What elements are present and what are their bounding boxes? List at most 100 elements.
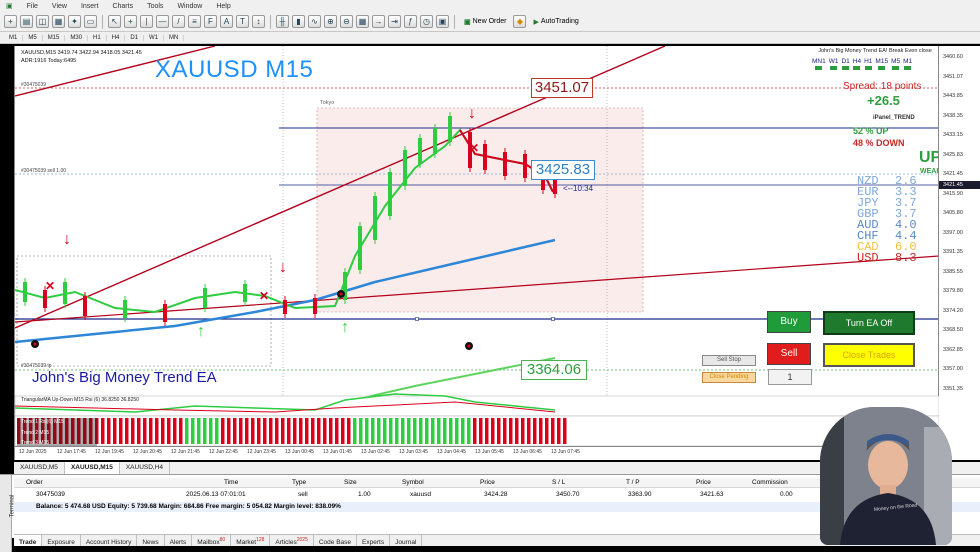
timeframe-button[interactable]: M1 (4, 34, 24, 41)
line-chart-icon[interactable]: ∿ (308, 15, 321, 28)
timeframe-button[interactable]: H4 (107, 34, 126, 41)
horizontal-line-icon[interactable]: — (156, 15, 169, 28)
terminal-tab[interactable]: Account History (81, 535, 138, 546)
autoscroll-icon[interactable]: → (372, 15, 385, 28)
column-header[interactable]: T / P (626, 479, 640, 486)
close-pending-button[interactable]: Close Pending (702, 372, 756, 383)
column-header[interactable]: Symbol (402, 479, 424, 486)
terminal-tab[interactable]: Alerts (165, 535, 193, 546)
time-tick-label: 12 Jun 2025 (19, 449, 47, 455)
market-watch-icon[interactable]: ◫ (36, 15, 49, 28)
arrows-icon[interactable]: ↕ (252, 15, 265, 28)
metaeditor-icon[interactable]: ◆ (513, 15, 527, 28)
autotrading-icon: ▶ (533, 18, 539, 26)
column-header[interactable]: Price (696, 479, 711, 486)
timeframe-button[interactable]: M5 (23, 34, 43, 41)
candle-chart-icon[interactable]: ▮ (292, 15, 305, 28)
terminal-tab[interactable]: Code Base (314, 535, 358, 546)
trend-histogram-bar (167, 418, 171, 444)
cursor-icon[interactable]: ↖ (108, 15, 121, 28)
terminal-tab[interactable]: Mailbox80 (192, 535, 232, 546)
vertical-line-icon[interactable]: | (140, 15, 153, 28)
price-chart[interactable]: ↓ ↓ ↓ ↑ ↑ ✕ ✕ ✕ (15, 46, 939, 460)
sell-button[interactable]: Sell (767, 343, 811, 365)
label-icon[interactable]: T (236, 15, 249, 28)
terminal-tab[interactable]: Market128 (231, 535, 271, 546)
terminal-tab[interactable]: Experts (357, 535, 391, 546)
channel-icon[interactable]: ≡ (188, 15, 201, 28)
timeframe-button[interactable]: M15 (43, 34, 66, 41)
new-chart-icon[interactable]: + (4, 15, 17, 28)
price-axis[interactable]: 3460.60 3451.07 3443.85 3438.35 3433.15 3425.… (938, 46, 980, 396)
terminal-icon[interactable]: ▭ (84, 15, 97, 28)
timeframe-button[interactable]: W1 (144, 34, 165, 41)
navigator-icon[interactable]: ✦ (68, 15, 81, 28)
text-icon[interactable]: A (220, 15, 233, 28)
trend-histogram-bar (467, 418, 471, 444)
terminal-tab[interactable]: Journal (390, 535, 423, 546)
price-tick-label: 3397.00 (943, 229, 963, 236)
zoom-in-icon[interactable]: ⊕ (324, 15, 337, 28)
column-header[interactable]: Price (480, 479, 495, 486)
menu-item[interactable]: File (21, 3, 46, 10)
time-tick-label: 13 Jun 06:45 (513, 449, 542, 455)
currency-name: USD (857, 251, 879, 265)
column-header[interactable]: Type (292, 479, 306, 486)
menu-item[interactable]: Window (171, 3, 210, 10)
timeframe-button[interactable]: D1 (125, 34, 145, 41)
column-header[interactable]: Time (224, 479, 238, 486)
trend-histogram-bar (209, 418, 213, 444)
trend-histogram-bar (161, 418, 165, 444)
column-header[interactable]: Order (26, 479, 43, 486)
signal-arrow: ↓ (468, 105, 476, 122)
close-trades-button[interactable]: Close Trades (823, 343, 915, 367)
new-order-button[interactable]: ▣ New Order (460, 14, 510, 29)
menu-item[interactable]: Insert (75, 3, 107, 10)
chart-tab[interactable]: XAUUSD,M15 (64, 462, 120, 474)
trend-histogram-bar (455, 418, 459, 444)
ipanel-label: iPanel_TREND (873, 115, 915, 121)
data-window-icon[interactable]: ▦ (52, 15, 65, 28)
indicator-label: TriangularMA Up-Down M15 Rsi (6) 36.8250… (21, 397, 139, 403)
profiles-icon[interactable]: ▤ (20, 15, 33, 28)
menu-item[interactable]: Help (210, 3, 238, 10)
sell-stop-button[interactable]: Sell Stop (702, 355, 756, 366)
column-header[interactable]: S / L (552, 479, 565, 486)
menu-item[interactable]: View (46, 3, 75, 10)
chart-window[interactable]: ↓ ↓ ↓ ↑ ↑ ✕ ✕ ✕ XAUUSD,M15 3419.74 3422.94 3418… (14, 46, 980, 460)
tile-windows-icon[interactable]: ▦ (356, 15, 369, 28)
timeframe-trend-cell: M15 (875, 58, 888, 70)
periods-icon[interactable]: ◷ (420, 15, 433, 28)
menu-item[interactable]: Tools (141, 3, 171, 10)
fibonacci-icon[interactable]: F (204, 15, 217, 28)
column-header[interactable]: Commission (752, 479, 788, 486)
autotrading-button[interactable]: ▶ AutoTrading (529, 14, 582, 29)
chart-shift-icon[interactable]: ⇥ (388, 15, 401, 28)
trend-histogram-bar (515, 418, 519, 444)
time-tick-label: 13 Jun 02:45 (361, 449, 390, 455)
menu-item[interactable]: Charts (106, 3, 141, 10)
templates-icon[interactable]: ▣ (436, 15, 449, 28)
terminal-tab[interactable]: Articles2025 (270, 535, 314, 546)
timeframe-button[interactable]: H1 (88, 34, 107, 41)
chart-tab[interactable]: XAUUSD,M5 (14, 462, 65, 474)
zoom-out-icon[interactable]: ⊖ (340, 15, 353, 28)
lot-size-input[interactable]: 1 (768, 369, 812, 385)
terminal-tab[interactable]: Exposure (42, 535, 81, 546)
time-axis[interactable]: 12 Jun 2025 12 Jun 17:45 12 Jun 19:45 12 Ju… (15, 446, 939, 460)
terminal-tab[interactable]: News (137, 535, 165, 546)
buy-button[interactable]: Buy (767, 311, 811, 333)
candle (523, 154, 527, 178)
timeframe-button[interactable]: M30 (65, 34, 89, 41)
bar-chart-icon[interactable]: ╫ (276, 15, 289, 28)
trendline-icon[interactable]: / (172, 15, 185, 28)
column-header[interactable]: Size (344, 479, 357, 486)
turn-ea-off-button[interactable]: Turn EA Off (823, 311, 915, 335)
terminal-tab[interactable]: Trade (14, 535, 43, 546)
timeframe-button[interactable]: MN (164, 34, 185, 41)
indicators-icon[interactable]: ƒ (404, 15, 417, 28)
crosshair-icon[interactable]: + (124, 15, 137, 28)
trend-histogram-bar (395, 418, 399, 444)
table-cell: 3421.63 (700, 491, 724, 498)
chart-tab[interactable]: XAUUSD,H4 (120, 462, 171, 474)
